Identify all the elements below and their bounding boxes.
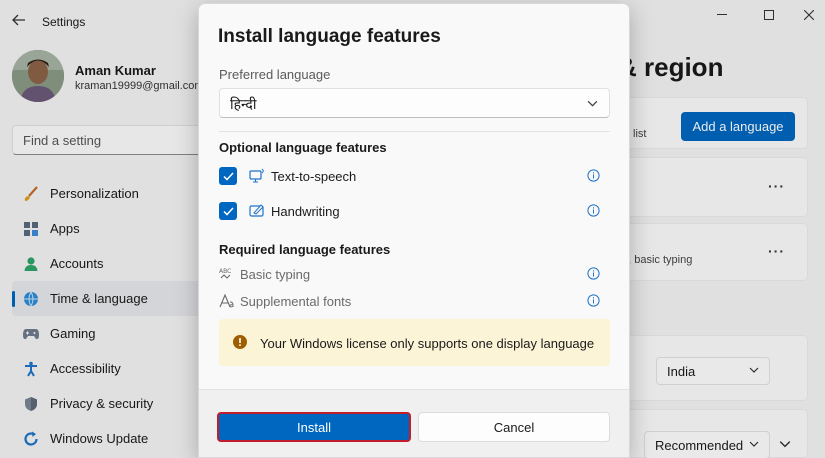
supplemental-fonts-label: Supplemental fonts bbox=[240, 294, 352, 309]
checkmark-icon bbox=[222, 206, 234, 216]
warning-text: Your Windows license only supports one d… bbox=[260, 336, 595, 351]
cancel-button[interactable]: Cancel bbox=[418, 412, 610, 442]
preferred-language-value: हिन्दी bbox=[230, 96, 257, 112]
feature-row-handwriting: Handwriting bbox=[219, 201, 610, 223]
text-to-speech-checkbox[interactable] bbox=[219, 167, 237, 185]
basic-typing-icon: ABC bbox=[219, 268, 231, 279]
feature-row-text-to-speech: Text-to-speech bbox=[219, 166, 610, 188]
font-icon bbox=[219, 293, 234, 308]
chevron-down-icon bbox=[587, 100, 598, 107]
svg-text:ABC: ABC bbox=[219, 268, 231, 275]
handwriting-checkbox[interactable] bbox=[219, 202, 237, 220]
text-to-speech-label: Text-to-speech bbox=[271, 169, 357, 184]
dialog-footer: Install Cancel bbox=[199, 389, 629, 457]
feature-row-supplemental-fonts: Supplemental fonts bbox=[219, 291, 610, 313]
handwriting-icon bbox=[249, 204, 264, 217]
info-icon[interactable] bbox=[587, 204, 600, 217]
basic-typing-label: Basic typing bbox=[240, 267, 311, 282]
required-features-heading: Required language features bbox=[219, 242, 391, 257]
preferred-language-label: Preferred language bbox=[219, 67, 331, 82]
preferred-language-dropdown[interactable]: हिन्दी bbox=[219, 88, 610, 118]
info-icon[interactable] bbox=[587, 267, 600, 280]
info-icon[interactable] bbox=[587, 294, 600, 307]
checkmark-icon bbox=[222, 171, 234, 181]
dialog-title: Install language features bbox=[218, 26, 441, 47]
license-warning: Your Windows license only supports one d… bbox=[219, 319, 610, 366]
divider bbox=[219, 131, 610, 132]
text-to-speech-icon bbox=[249, 168, 264, 183]
warning-icon bbox=[233, 335, 247, 349]
install-language-features-dialog: Install language features Preferred lang… bbox=[198, 3, 630, 458]
install-button[interactable]: Install bbox=[217, 412, 411, 442]
optional-features-heading: Optional language features bbox=[219, 140, 387, 155]
handwriting-label: Handwriting bbox=[271, 204, 340, 219]
feature-row-basic-typing: ABC Basic typing bbox=[219, 264, 610, 286]
info-icon[interactable] bbox=[587, 169, 600, 182]
